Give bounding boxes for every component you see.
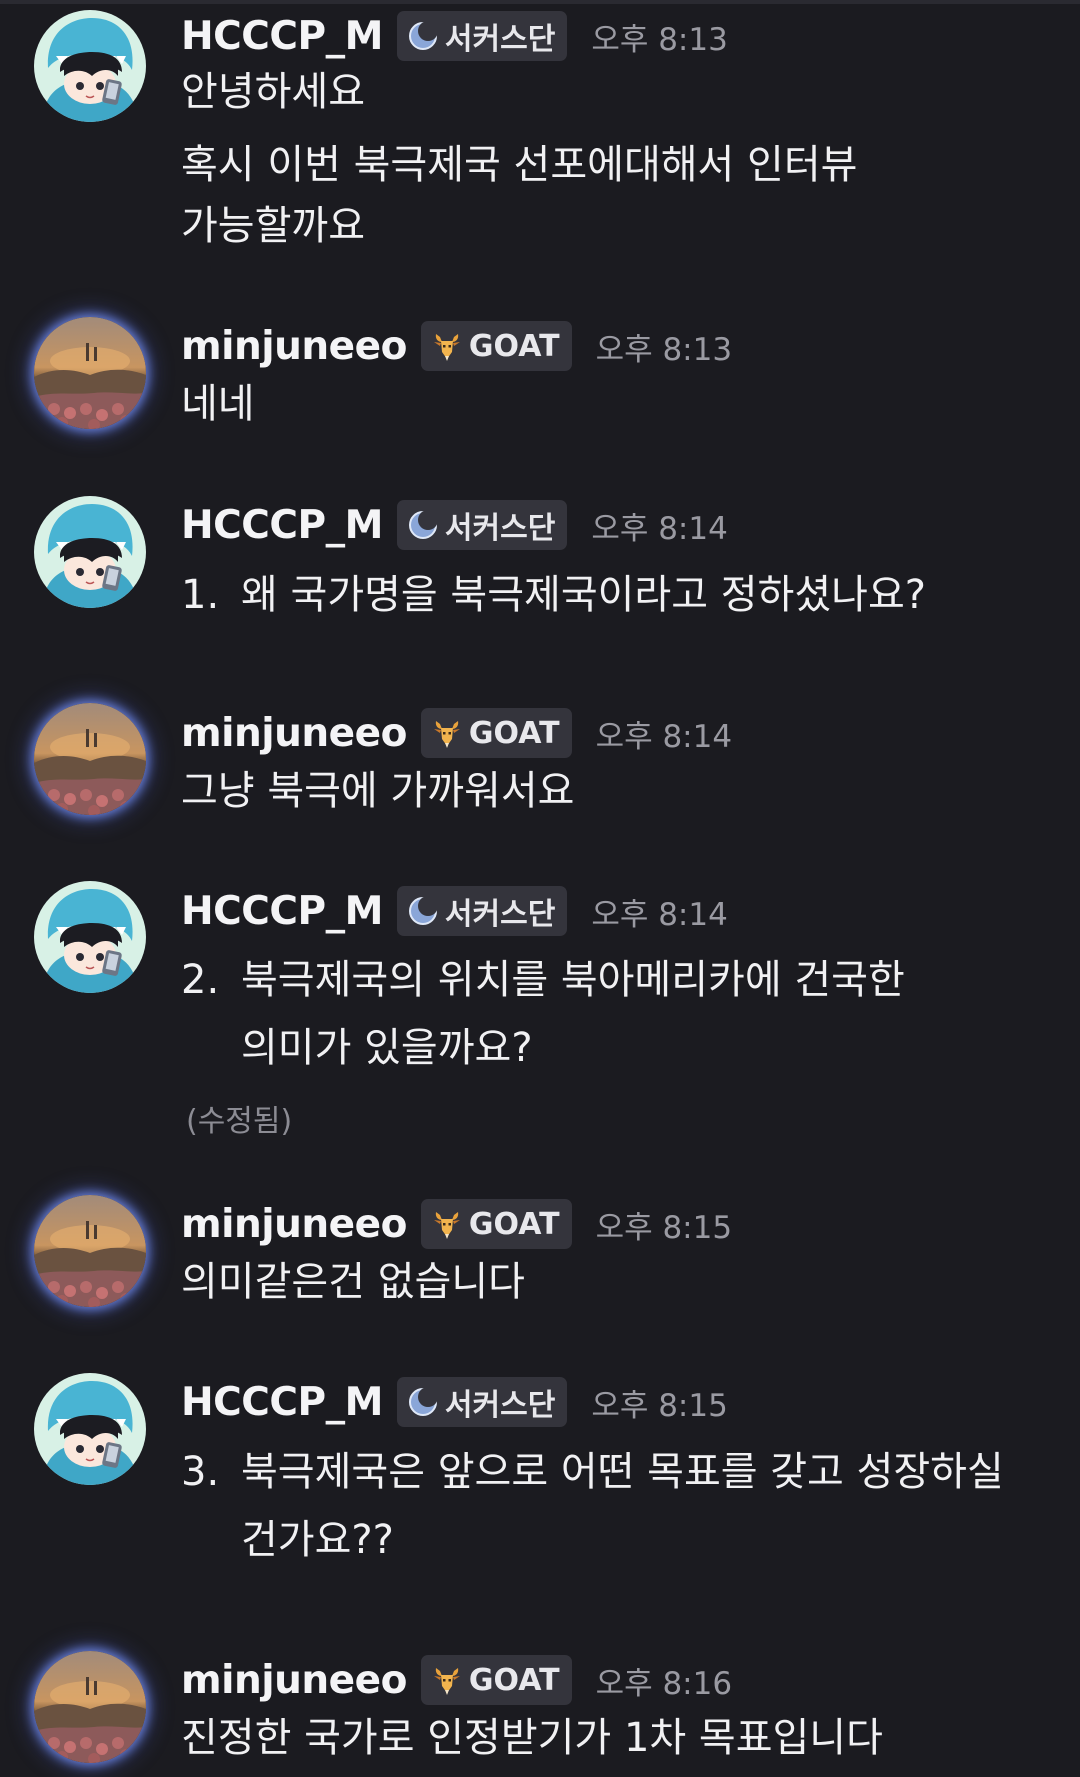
- role-badge[interactable]: GOAT: [420, 1199, 572, 1249]
- username[interactable]: minjuneeo: [181, 1202, 407, 1247]
- username[interactable]: HCCCP_M: [181, 1380, 383, 1425]
- crescent-moon-icon: [407, 1386, 439, 1418]
- list-number: 3.: [181, 1449, 220, 1495]
- message-text: 그냥 북극에 가까워서요: [181, 768, 575, 814]
- role-badge[interactable]: 서커스단: [396, 500, 568, 550]
- message-text: 안녕하세요: [181, 69, 365, 115]
- crescent-moon-icon: [407, 20, 439, 52]
- goat-head-icon: [431, 1208, 463, 1240]
- list-number: 2.: [181, 957, 220, 1003]
- top-divider: [0, 0, 1080, 4]
- role-badge[interactable]: GOAT: [420, 1655, 572, 1705]
- message-text: 의미같은건 없습니다: [181, 1259, 525, 1305]
- timestamp: 오후 8:15: [591, 1387, 728, 1424]
- crescent-moon-icon: [407, 895, 439, 927]
- timestamp: 오후 8:13: [595, 331, 733, 368]
- timestamp: 오후 8:13: [591, 21, 728, 58]
- role-badge[interactable]: 서커스단: [396, 1377, 568, 1427]
- username[interactable]: minjuneeo: [181, 711, 407, 756]
- timestamp: 오후 8:14: [591, 510, 728, 547]
- edited-label: (수정됨): [186, 1104, 293, 1139]
- badge-label: 서커스단: [444, 897, 556, 932]
- timestamp: 오후 8:16: [595, 1665, 733, 1702]
- role-badge[interactable]: 서커스단: [396, 11, 568, 61]
- username[interactable]: minjuneeo: [181, 324, 407, 369]
- username[interactable]: HCCCP_M: [181, 503, 383, 548]
- username[interactable]: HCCCP_M: [181, 14, 383, 59]
- badge-label: 서커스단: [444, 22, 556, 57]
- role-badge[interactable]: GOAT: [420, 708, 572, 758]
- goat-head-icon: [431, 330, 463, 362]
- goat-head-icon: [431, 717, 463, 749]
- badge-label: 서커스단: [444, 511, 556, 546]
- message-text: 의미가 있을까요?: [241, 1025, 533, 1071]
- message-text-body: 북극제국은 앞으로 어떤 목표를 갖고 성장하실: [241, 1449, 1004, 1495]
- username[interactable]: minjuneeo: [181, 1658, 407, 1703]
- badge-label: GOAT: [468, 1662, 560, 1698]
- avatar[interactable]: [34, 496, 146, 608]
- avatar[interactable]: [34, 1195, 146, 1307]
- message-text: 진정한 국가로 인정받기가 1차 목표입니다: [181, 1715, 883, 1761]
- avatar[interactable]: [34, 881, 146, 993]
- badge-label: 서커스단: [444, 1388, 556, 1423]
- message-text-body: 왜 국가명을 북극제국이라고 정하셨나요?: [241, 572, 926, 618]
- message-text: 2. 북극제국의 위치를 북아메리카에 건국한: [181, 952, 905, 1008]
- message-text: 혹시 이번 북극제국 선포에대해서 인터뷰: [181, 142, 858, 188]
- message-text: 가능할까요: [181, 203, 365, 249]
- message-text: 3. 북극제국은 앞으로 어떤 목표를 갖고 성장하실: [181, 1444, 1004, 1500]
- message-text: 네네: [181, 381, 255, 427]
- message-text: 건가요??: [241, 1517, 394, 1563]
- badge-label: GOAT: [468, 328, 560, 364]
- message-text: 1. 왜 국가명을 북극제국이라고 정하셨나요?: [181, 567, 926, 623]
- timestamp: 오후 8:14: [595, 718, 733, 755]
- badge-label: GOAT: [468, 1206, 560, 1242]
- timestamp: 오후 8:14: [591, 896, 728, 933]
- username[interactable]: HCCCP_M: [181, 889, 383, 934]
- role-badge[interactable]: 서커스단: [396, 886, 568, 936]
- timestamp: 오후 8:15: [595, 1209, 733, 1246]
- crescent-moon-icon: [407, 509, 439, 541]
- avatar[interactable]: [34, 10, 146, 122]
- list-number: 1.: [181, 572, 220, 618]
- avatar[interactable]: [34, 703, 146, 815]
- role-badge[interactable]: GOAT: [420, 321, 572, 371]
- avatar[interactable]: [34, 317, 146, 429]
- avatar[interactable]: [34, 1373, 146, 1485]
- message-text-body: 북극제국의 위치를 북아메리카에 건국한: [241, 957, 905, 1003]
- badge-label: GOAT: [468, 715, 560, 751]
- avatar[interactable]: [34, 1651, 146, 1763]
- goat-head-icon: [431, 1664, 463, 1696]
